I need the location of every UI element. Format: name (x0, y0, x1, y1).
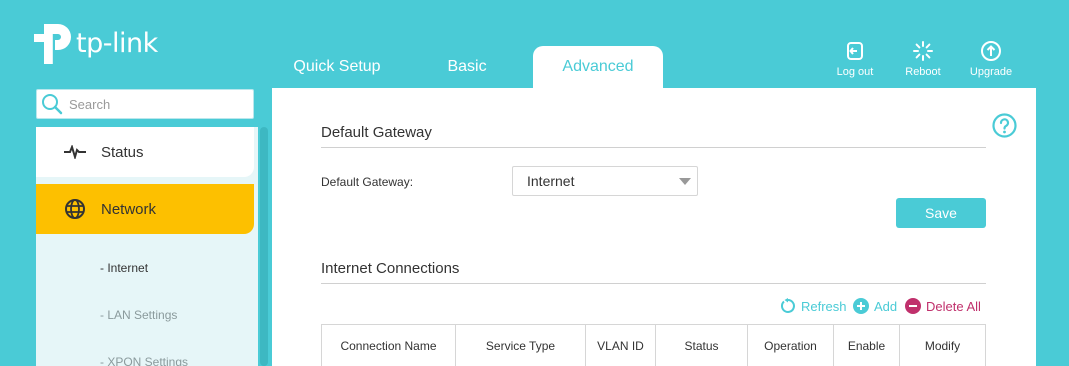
refresh-icon (780, 298, 796, 314)
tab-quick-setup[interactable]: Quick Setup (272, 46, 402, 88)
column-header-modify[interactable]: Modify (900, 325, 985, 366)
section-divider (321, 147, 986, 148)
sidebar-subitem-lan-settings[interactable]: - LAN Settings (100, 308, 177, 322)
default-gateway-label: Default Gateway: (321, 175, 414, 189)
column-header-operation[interactable]: Operation (748, 325, 834, 366)
search-input[interactable] (69, 96, 239, 112)
delete-all-label: Delete All (926, 298, 981, 314)
connections-table-header: Connection Name Service Type VLAN ID Sta… (321, 324, 986, 366)
minus-circle-icon (905, 298, 921, 314)
default-gateway-select[interactable]: Internet (512, 166, 698, 196)
sidebar-item-label: Status (101, 143, 144, 161)
section-title-internet-connections: Internet Connections (321, 260, 460, 277)
search-box[interactable] (36, 89, 254, 119)
tp-link-logo: tp-link (34, 18, 158, 68)
refresh-label: Refresh (801, 298, 847, 314)
sidebar-item-status[interactable]: Status (36, 127, 254, 177)
logout-label: Log out (836, 66, 874, 78)
section-divider (321, 283, 986, 284)
sidebar-scrollbar[interactable] (260, 127, 268, 366)
add-label: Add (874, 298, 898, 314)
column-header-service-type[interactable]: Service Type (456, 325, 586, 366)
help-button[interactable] (992, 113, 1017, 143)
column-header-connection-name[interactable]: Connection Name (322, 325, 456, 366)
tp-link-logo-icon (34, 24, 71, 64)
sidebar-subitem-internet[interactable]: - Internet (100, 261, 148, 275)
upgrade-button[interactable]: Upgrade (961, 40, 1021, 78)
tab-advanced[interactable]: Advanced (533, 46, 663, 88)
reboot-button[interactable]: Reboot (893, 40, 953, 78)
refresh-button[interactable]: Refresh (780, 298, 847, 314)
upgrade-label: Upgrade (969, 66, 1013, 78)
help-icon (992, 113, 1017, 138)
plus-circle-icon (853, 298, 869, 314)
tab-basic[interactable]: Basic (407, 46, 527, 88)
search-icon (42, 94, 63, 115)
reboot-label: Reboot (905, 66, 941, 78)
column-header-enable[interactable]: Enable (834, 325, 900, 366)
add-button[interactable]: Add (853, 298, 897, 314)
column-header-status[interactable]: Status (656, 325, 748, 366)
chevron-down-icon (679, 178, 691, 185)
column-header-vlan-id[interactable]: VLAN ID (586, 325, 656, 366)
pulse-icon (63, 140, 87, 164)
sidebar-subitem-xpon-settings[interactable]: - XPON Settings (100, 355, 188, 366)
sidebar-item-label: Network (101, 200, 157, 218)
reboot-icon (913, 41, 933, 61)
default-gateway-value: Internet (527, 173, 575, 189)
logout-button[interactable]: Log out (825, 40, 885, 78)
section-title-default-gateway: Default Gateway (321, 124, 432, 141)
sidebar-item-network[interactable]: Network (36, 184, 254, 234)
upgrade-icon (981, 41, 1001, 61)
logout-icon (847, 42, 863, 60)
brand-name: tp-link (76, 27, 158, 59)
save-button[interactable]: Save (896, 198, 986, 228)
delete-all-button[interactable]: Delete All (905, 298, 981, 314)
globe-icon (63, 197, 87, 221)
